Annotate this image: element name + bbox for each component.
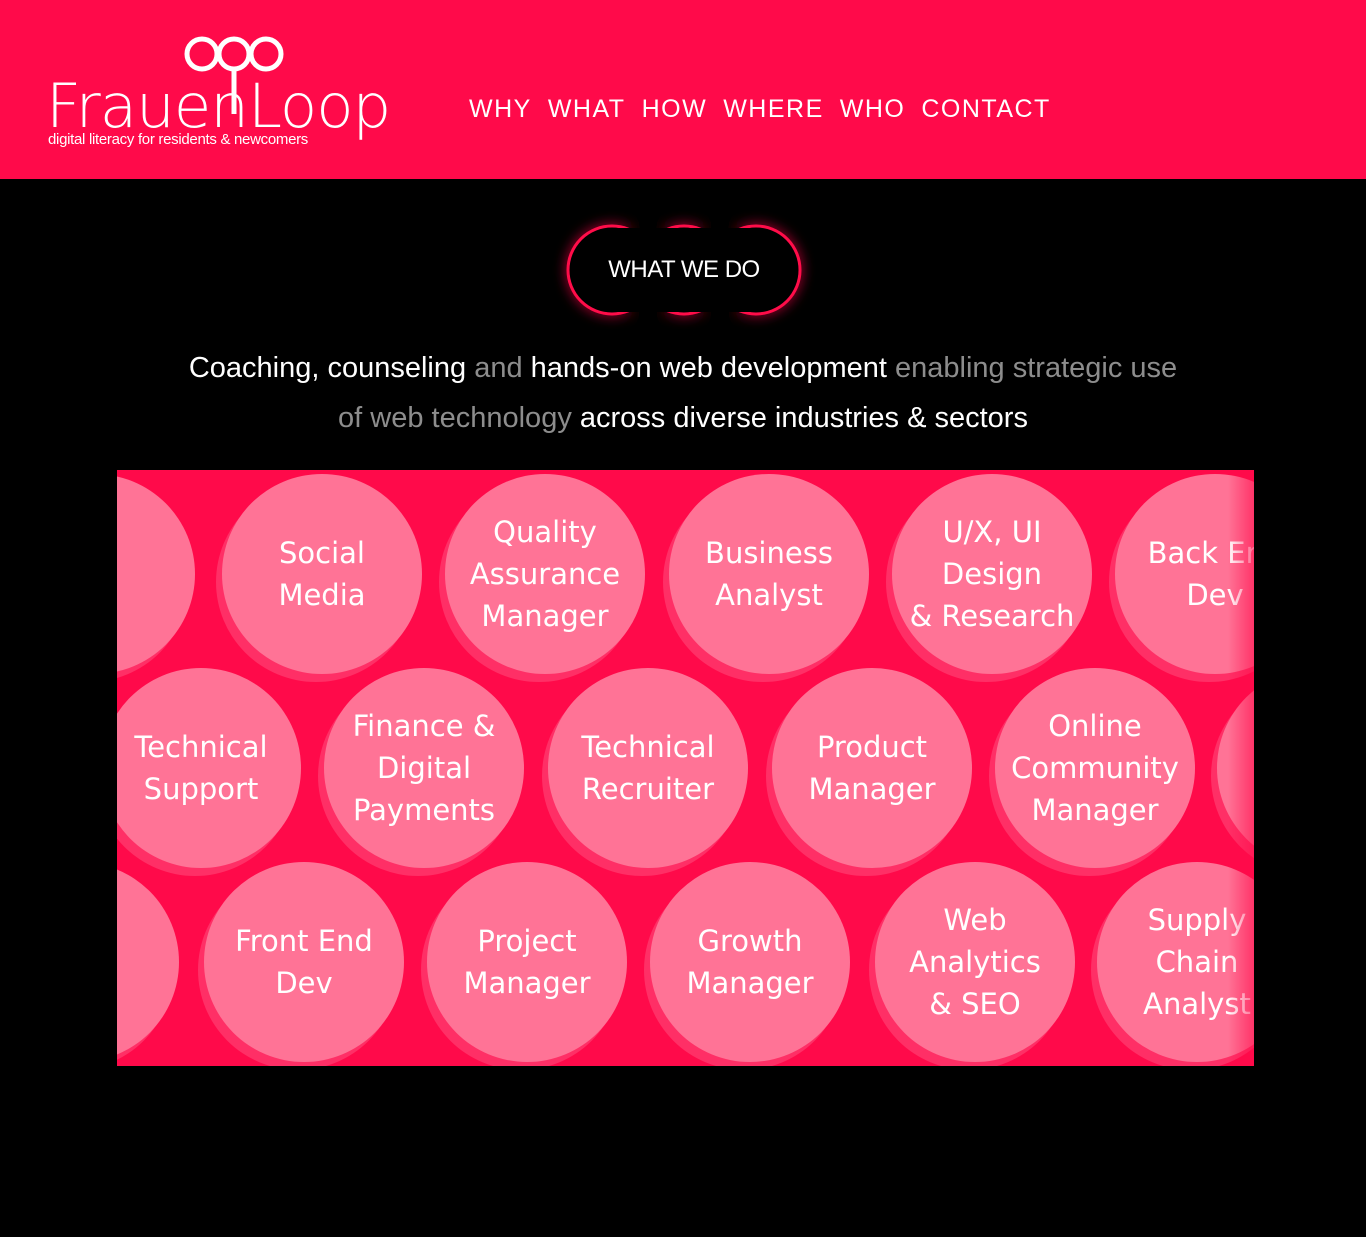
role-bubble (117, 862, 179, 1062)
role-bubble: Quality Assurance Manager (445, 474, 645, 674)
role-bubble: Business Analyst (669, 474, 869, 674)
role-bubble: Online Community Manager (995, 668, 1195, 868)
frauenloop-logo[interactable]: FrauenLoop digital literacy for resident… (46, 34, 391, 154)
roles-grid: Social Media Quality Assurance Manager B… (117, 470, 1254, 1066)
role-bubble: Front End Dev (204, 862, 404, 1062)
nav-contact[interactable]: CONTACT (921, 95, 1050, 123)
role-bubble: Supply Chain Analyst (1097, 862, 1254, 1062)
nav-why[interactable]: WHY (469, 95, 532, 123)
role-bubble: Project Manager (427, 862, 627, 1062)
tagline-part-5: across diverse industries & sectors (579, 402, 1028, 434)
nav-where[interactable]: WHERE (723, 95, 824, 123)
nav-who[interactable]: WHO (840, 95, 906, 123)
role-bubble (117, 474, 195, 674)
badge-label: WHAT WE DO (608, 256, 760, 283)
tagline-part-1: Coaching, counseling (188, 352, 467, 384)
logo-tagline: digital literacy for residents & newcome… (48, 131, 309, 148)
site-header: FrauenLoop digital literacy for resident… (0, 0, 1366, 179)
role-bubble: Product Manager (772, 668, 972, 868)
logo-wordmark: FrauenLoop (46, 71, 391, 142)
role-bubble: Technical Recruiter (548, 668, 748, 868)
role-bubble: Social Media (222, 474, 422, 674)
role-bubble: Finance & Digital Payments (324, 668, 524, 868)
nav-how[interactable]: HOW (642, 95, 708, 123)
role-bubble: U/X, UI Design & Research (892, 474, 1092, 674)
tagline-part-2: and (474, 352, 523, 384)
role-bubble: Web Analytics & SEO (875, 862, 1075, 1062)
role-bubble: Growth Manager (650, 862, 850, 1062)
role-bubble: Technical Support (117, 668, 301, 868)
role-bubble (1217, 668, 1254, 868)
role-bubble: Back End Dev (1115, 474, 1254, 674)
main-nav: WHY WHAT HOW WHERE WHO CONTACT (469, 95, 1067, 123)
section-tagline: Coaching, counseling and hands-on web de… (183, 343, 1183, 443)
section-badge: WHAT WE DO (566, 224, 802, 316)
nav-what[interactable]: WHAT (548, 95, 626, 123)
tagline-part-3: hands-on web development (530, 352, 887, 384)
